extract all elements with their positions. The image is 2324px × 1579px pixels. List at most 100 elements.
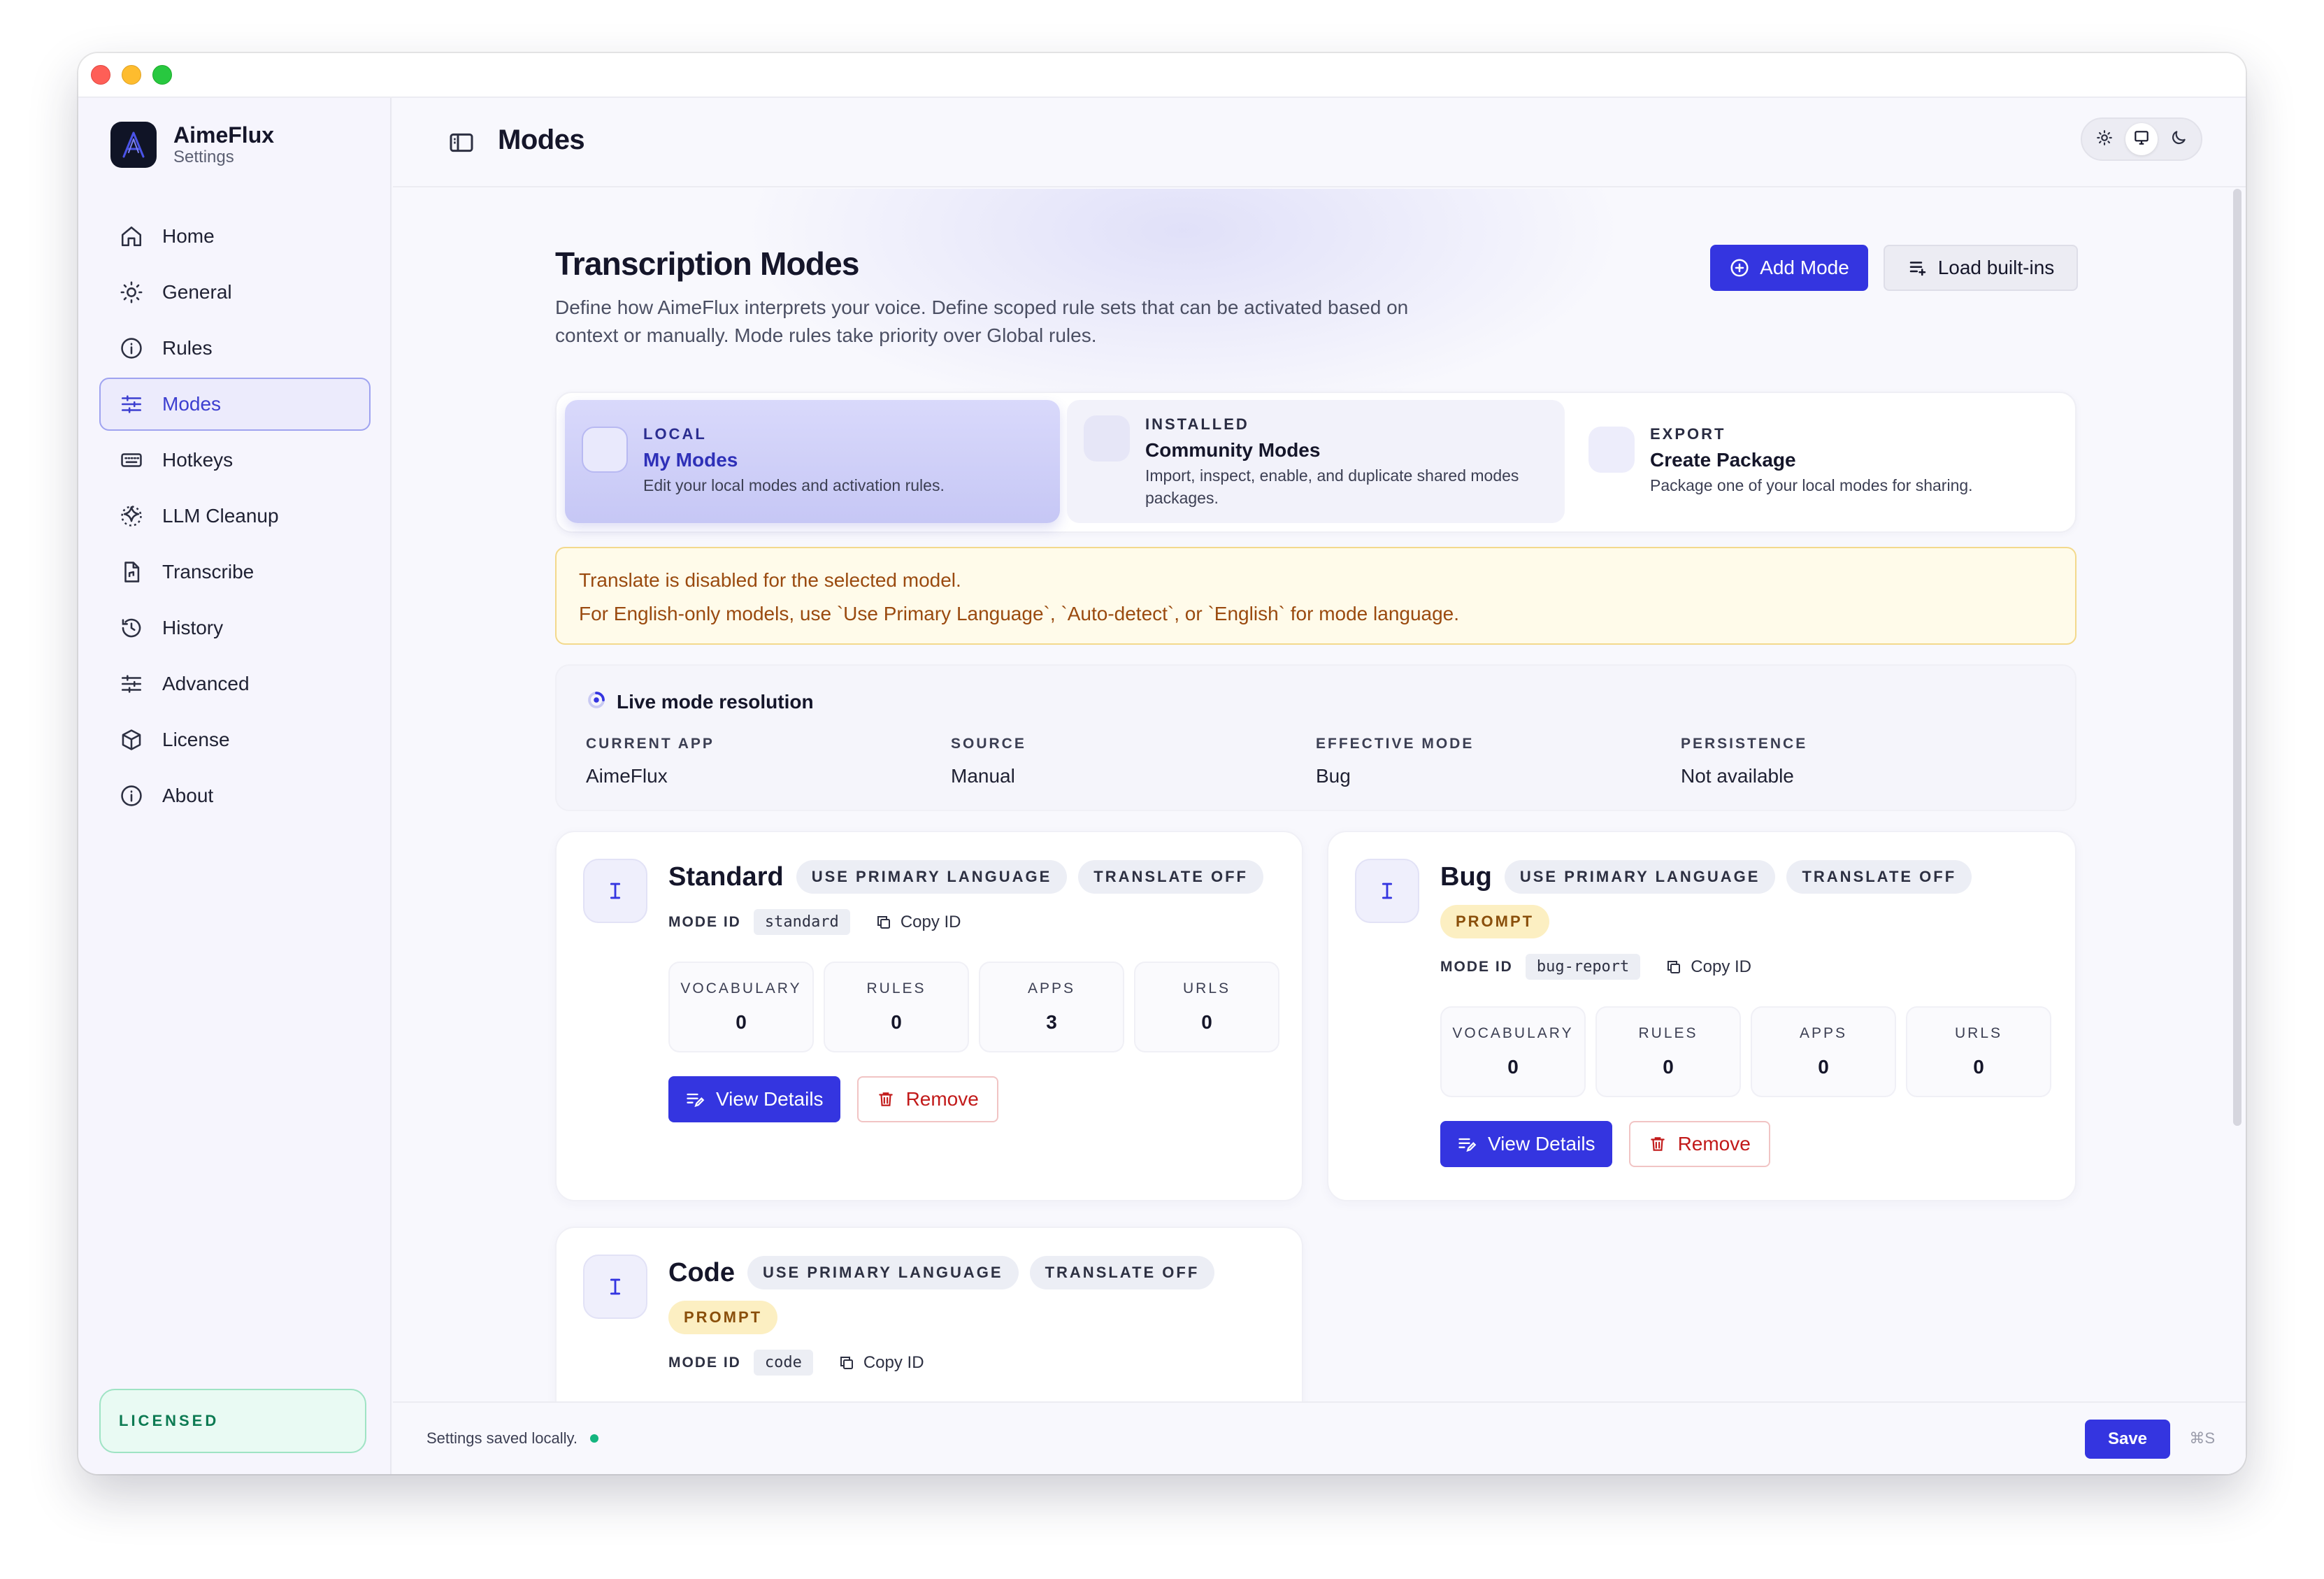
sidebar-item-llm-cleanup[interactable]: LLM Cleanup [99,490,371,543]
sidebar-item-label: Rules [162,337,213,359]
light-theme-button[interactable] [2088,123,2121,155]
content-scroll-area[interactable]: Transcription Modes Define how AimeFlux … [393,189,2246,1401]
tab-community-modes[interactable]: INSTALLED Community Modes Import, inspec… [1067,400,1565,523]
sliders-icon [117,670,145,698]
copy-id-button[interactable]: Copy ID [875,913,961,932]
field-key: PERSISTENCE [1681,736,1808,752]
translate-badge: TRANSLATE OFF [1029,1256,1215,1289]
mode-id-label: MODE ID [668,1354,741,1371]
moon-icon [2169,129,2188,150]
stat-key: RULES [866,980,926,996]
stat-value: 0 [1818,1056,1829,1078]
sidebar-item-home[interactable]: Home [99,210,371,263]
copy-id-button[interactable]: Copy ID [838,1353,924,1373]
view-details-button[interactable]: View Details [1440,1121,1612,1167]
stat-vocabulary: VOCABULARY 0 [1440,1006,1586,1097]
sidebar-item-history[interactable]: History [99,601,371,655]
minimize-window-button[interactable] [122,65,141,85]
zoom-window-button[interactable] [152,65,172,85]
copy-icon [875,914,892,931]
alert-line: Translate is disabled for the selected m… [579,569,961,591]
sidebar-item-about[interactable]: About [99,769,371,822]
mode-stats: VOCABULARY 0 RULES 0 APPS 0 URLS 0 [1440,1006,2054,1097]
save-button[interactable]: Save [2085,1420,2170,1459]
sidebar-item-label: Home [162,225,215,247]
tab-create-package[interactable]: EXPORT Create Package Package one of you… [1572,400,2070,523]
sidebar-item-modes[interactable]: Modes [99,378,371,431]
tab-kicker: LOCAL [643,425,707,443]
load-builtins-button[interactable]: Load built-ins [1884,245,2078,291]
mode-name: Code [668,1257,735,1287]
plus-circle-icon [1729,257,1750,278]
save-status-text: Settings saved locally. [426,1429,578,1447]
copy-id-button[interactable]: Copy ID [1665,957,1751,977]
load-builtins-label: Load built-ins [1937,257,2055,278]
stat-value: 0 [1973,1056,1984,1078]
main-area: Modes Transcription Modes Define how Aim… [393,98,2246,1474]
stat-apps: APPS 0 [1751,1006,1896,1097]
stat-vocabulary: VOCABULARY 0 [668,962,814,1052]
page-title: Modes [498,124,585,155]
status-dot [590,1434,599,1443]
field-value: Manual [951,765,1015,787]
translate-badge: TRANSLATE OFF [1786,860,1972,894]
field-key: SOURCE [951,736,1026,752]
mode-name: Bug [1440,862,1492,892]
mode-stats: VOCABULARY 0 RULES 0 APPS 3 URLS 0 [668,962,1281,1052]
home-icon [117,222,145,250]
system-theme-button[interactable] [2125,123,2158,155]
prompt-badge: PROMPT [1440,905,1550,938]
tab-description: Import, inspect, enable, and duplicate s… [1145,466,1519,507]
add-mode-button[interactable]: Add Mode [1710,245,1868,291]
info-icon [117,334,145,362]
add-mode-label: Add Mode [1760,257,1849,278]
dark-theme-button[interactable] [2162,123,2195,155]
language-badge: USE PRIMARY LANGUAGE [747,1256,1019,1289]
sidebar-item-license[interactable]: License [99,713,371,766]
sidebar-item-advanced[interactable]: Advanced [99,657,371,710]
remove-mode-button[interactable]: Remove [856,1076,998,1122]
sidebar-item-general[interactable]: General [99,266,371,319]
mode-id-label: MODE ID [668,913,741,930]
live-field-source: SOURCE Manual [951,736,1316,787]
sun-icon [2095,129,2114,150]
field-key: EFFECTIVE MODE [1316,736,1475,752]
stat-key: URLS [1954,1025,2003,1041]
history-icon [117,614,145,642]
monitor-icon [2132,129,2151,150]
view-details-button[interactable]: View Details [668,1076,840,1122]
tab-kicker: EXPORT [1650,425,1726,443]
sidebar-item-rules[interactable]: Rules [99,322,371,375]
stat-value: 3 [1046,1011,1057,1033]
keyboard-icon [117,446,145,474]
sidebar-toggle-icon[interactable] [447,129,475,157]
tab-kicker: INSTALLED [1145,415,1249,433]
view-details-label: View Details [716,1088,824,1110]
view-details-label: View Details [1488,1133,1595,1155]
tab-title: Community Modes [1145,439,1321,461]
mode-id-value: code [753,1350,813,1376]
field-key: CURRENT APP [586,736,715,752]
mode-name: Standard [668,862,784,892]
mode-card-bug: Bug USE PRIMARY LANGUAGE TRANSLATE OFF P… [1327,831,2076,1201]
live-field-current-app: CURRENT APP AimeFlux [586,736,951,787]
text-cursor-icon [1355,859,1419,923]
tab-title: My Modes [643,449,738,471]
info-icon [117,782,145,810]
sidebar: AimeFlux Settings Home General Rules Mod… [78,98,392,1474]
stat-rules: RULES 0 [1595,1006,1741,1097]
local-icon [582,427,628,473]
edit-list-icon [685,1089,705,1109]
remove-mode-button[interactable]: Remove [1628,1121,1770,1167]
language-badge: USE PRIMARY LANGUAGE [796,860,1068,894]
close-window-button[interactable] [91,65,110,85]
tab-title: Create Package [1650,449,1796,471]
sidebar-item-hotkeys[interactable]: Hotkeys [99,434,371,487]
sidebar-item-transcribe[interactable]: Transcribe [99,545,371,599]
title-bar [78,53,2246,98]
translate-warning-alert: Translate is disabled for the selected m… [555,547,2076,645]
tab-my-modes[interactable]: LOCAL My Modes Edit your local modes and… [565,400,1060,523]
scrollbar[interactable] [2233,189,2241,1126]
field-value: Not available [1681,765,1794,787]
sidebar-item-label: General [162,281,232,303]
